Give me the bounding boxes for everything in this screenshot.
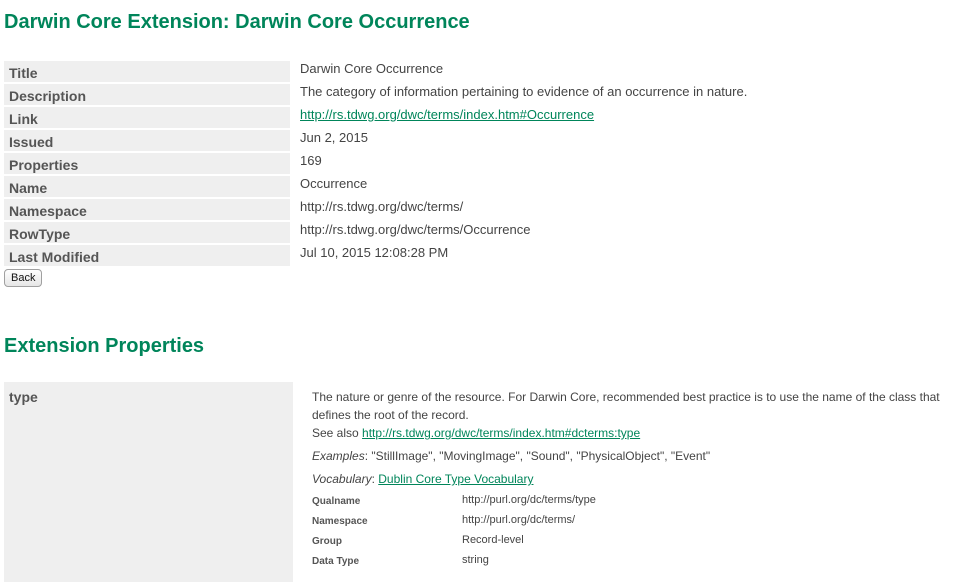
section-title: Extension Properties (4, 335, 205, 357)
property-row: type The nature or genre of the resource… (4, 382, 944, 582)
property-details-table: Qualname http://purl.org/dc/terms/type N… (312, 492, 596, 572)
meta-row-rowtype: RowType http://rs.tdwg.org/dwc/terms/Occ… (4, 222, 944, 243)
detail-row-qualname: Qualname http://purl.org/dc/terms/type (312, 492, 596, 512)
property-name: type (4, 382, 293, 582)
detail-row-namespace: Namespace http://purl.org/dc/terms/ (312, 512, 596, 532)
meta-value: Occurrence (300, 176, 368, 191)
meta-row-title: Title Darwin Core Occurrence (4, 61, 944, 82)
detail-row-group: Group Record-level (312, 532, 596, 552)
detail-value: Record-level (462, 534, 524, 546)
vocabulary-line: Vocabulary: Dublin Core Type Vocabulary (312, 470, 942, 488)
vocabulary-label: Vocabulary (312, 472, 372, 486)
page-title: Darwin Core Extension: Darwin Core Occur… (4, 11, 470, 33)
detail-label: Qualname (312, 496, 361, 507)
see-also-line: See also http://rs.tdwg.org/dwc/terms/in… (312, 424, 942, 442)
detail-label: Data Type (312, 556, 360, 567)
meta-label: Title (4, 61, 290, 82)
detail-value: http://purl.org/dc/terms/ (462, 514, 576, 526)
back-button[interactable]: Back (4, 269, 43, 287)
property-description: The nature or genre of the resource. For… (312, 390, 940, 422)
meta-label: Properties (4, 153, 290, 174)
meta-label: Namespace (4, 199, 290, 220)
detail-label: Group (312, 536, 342, 547)
meta-value: http://rs.tdwg.org/dwc/terms/Occurrence (300, 222, 531, 237)
meta-label: Name (4, 176, 290, 197)
detail-value: http://purl.org/dc/terms/type (462, 494, 596, 506)
examples-label: Examples (312, 449, 365, 463)
detail-row-data-type: Data Type string (312, 552, 596, 572)
meta-row-properties: Properties 169 (4, 153, 944, 174)
meta-row-issued: Issued Jun 2, 2015 (4, 130, 944, 151)
occurrence-link[interactable]: http://rs.tdwg.org/dwc/terms/index.htm#O… (300, 107, 594, 122)
meta-row-description: Description The category of information … (4, 84, 944, 105)
meta-value: Jun 2, 2015 (300, 130, 368, 145)
meta-label: Last Modified (4, 245, 290, 266)
property-description-block: The nature or genre of the resource. For… (312, 388, 942, 572)
meta-value: Jul 10, 2015 12:08:28 PM (300, 245, 449, 260)
see-also-label: See also (312, 426, 359, 440)
meta-label: Description (4, 84, 290, 105)
vocabulary-link[interactable]: Dublin Core Type Vocabulary (378, 472, 533, 486)
meta-row-name: Name Occurrence (4, 176, 944, 197)
detail-value: string (462, 554, 489, 566)
meta-value-cell: http://rs.tdwg.org/dwc/terms/index.htm#O… (290, 107, 944, 128)
meta-label: Issued (4, 130, 290, 151)
examples-line: Examples: "StillImage", "MovingImage", "… (312, 447, 942, 465)
meta-row-link: Link http://rs.tdwg.org/dwc/terms/index.… (4, 107, 944, 128)
meta-label: Link (4, 107, 290, 128)
examples-value: : "StillImage", "MovingImage", "Sound", … (364, 449, 711, 463)
detail-label: Namespace (312, 516, 368, 527)
meta-value: Darwin Core Occurrence (300, 61, 444, 76)
extension-meta-table: Title Darwin Core Occurrence Description… (4, 59, 944, 268)
meta-value: http://rs.tdwg.org/dwc/terms/ (300, 199, 464, 214)
meta-value: 169 (300, 153, 322, 168)
see-also-link[interactable]: http://rs.tdwg.org/dwc/terms/index.htm#d… (362, 426, 640, 440)
meta-label: RowType (4, 222, 290, 243)
meta-row-last-modified: Last Modified Jul 10, 2015 12:08:28 PM (4, 245, 944, 266)
meta-value: The category of information pertaining t… (300, 84, 748, 99)
meta-row-namespace: Namespace http://rs.tdwg.org/dwc/terms/ (4, 199, 944, 220)
